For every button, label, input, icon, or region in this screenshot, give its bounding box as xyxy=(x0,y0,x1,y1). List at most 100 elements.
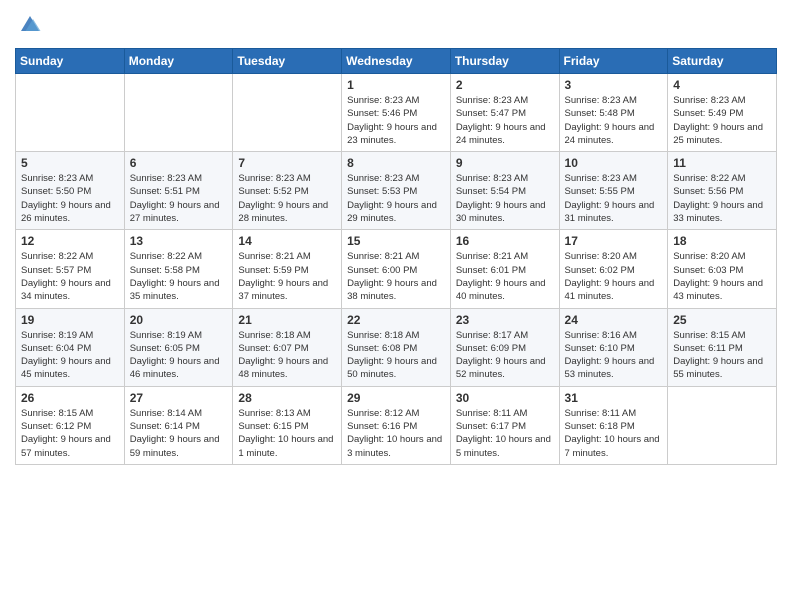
day-info: Sunrise: 8:23 AMSunset: 5:50 PMDaylight:… xyxy=(21,172,119,225)
calendar-cell: 10Sunrise: 8:23 AMSunset: 5:55 PMDayligh… xyxy=(559,152,668,230)
day-info: Sunrise: 8:11 AMSunset: 6:18 PMDaylight:… xyxy=(565,407,663,460)
calendar-cell: 4 Sunrise: 8:23 AMSunset: 5:49 PMDaylight… xyxy=(668,74,777,152)
day-info: Sunrise: 8:12 AMSunset: 6:16 PMDaylight:… xyxy=(347,407,445,460)
calendar-cell: 20 Sunrise: 8:19 AMSunset: 6:05 PMDayligh… xyxy=(124,308,233,386)
calendar-cell: 8 Sunrise: 8:23 AMSunset: 5:53 PMDaylight… xyxy=(342,152,451,230)
day-number: 23 xyxy=(456,313,554,327)
day-info: Sunrise: 8:14 AMSunset: 6:14 PMDaylight:… xyxy=(130,407,228,460)
weekday-header-tuesday: Tuesday xyxy=(233,49,342,74)
day-info: Sunrise: 8:23 AMSunset: 5:48 PMDaylight:… xyxy=(565,94,663,147)
day-info: Sunrise: 8:15 AMSunset: 6:11 PMDaylight:… xyxy=(673,329,771,382)
calendar-week-row: 5 Sunrise: 8:23 AMSunset: 5:50 PMDaylight… xyxy=(16,152,777,230)
calendar-cell: 26 Sunrise: 8:15 AMSunset: 6:12 PMDayligh… xyxy=(16,386,125,464)
day-info: Sunrise: 8:22 AMSunset: 5:58 PMDaylight:… xyxy=(130,250,228,303)
day-number: 3 xyxy=(565,78,663,92)
calendar-cell: 7 Sunrise: 8:23 AMSunset: 5:52 PMDaylight… xyxy=(233,152,342,230)
day-info: Sunrise: 8:19 AMSunset: 6:05 PMDaylight:… xyxy=(130,329,228,382)
calendar-cell: 1 Sunrise: 8:23 AMSunset: 5:46 PMDaylight… xyxy=(342,74,451,152)
day-number: 24 xyxy=(565,313,663,327)
calendar-cell: 9 Sunrise: 8:23 AMSunset: 5:54 PMDaylight… xyxy=(450,152,559,230)
day-number: 9 xyxy=(456,156,554,170)
day-info: Sunrise: 8:20 AMSunset: 6:02 PMDaylight:… xyxy=(565,250,663,303)
calendar-cell: 14 Sunrise: 8:21 AMSunset: 5:59 PMDayligh… xyxy=(233,230,342,308)
calendar-cell: 15 Sunrise: 8:21 AMSunset: 6:00 PMDayligh… xyxy=(342,230,451,308)
day-info: Sunrise: 8:21 AMSunset: 6:01 PMDaylight:… xyxy=(456,250,554,303)
header xyxy=(15,10,777,40)
day-info: Sunrise: 8:21 AMSunset: 6:00 PMDaylight:… xyxy=(347,250,445,303)
day-info: Sunrise: 8:23 AMSunset: 5:47 PMDaylight:… xyxy=(456,94,554,147)
calendar-cell: 13 Sunrise: 8:22 AMSunset: 5:58 PMDayligh… xyxy=(124,230,233,308)
calendar-week-row: 1 Sunrise: 8:23 AMSunset: 5:46 PMDaylight… xyxy=(16,74,777,152)
calendar-cell: 2 Sunrise: 8:23 AMSunset: 5:47 PMDaylight… xyxy=(450,74,559,152)
day-number: 11 xyxy=(673,156,771,170)
calendar-cell: 17 Sunrise: 8:20 AMSunset: 6:02 PMDayligh… xyxy=(559,230,668,308)
day-info: Sunrise: 8:23 AMSunset: 5:54 PMDaylight:… xyxy=(456,172,554,225)
day-number: 22 xyxy=(347,313,445,327)
day-number: 15 xyxy=(347,234,445,248)
weekday-header-sunday: Sunday xyxy=(16,49,125,74)
day-number: 1 xyxy=(347,78,445,92)
calendar-cell xyxy=(16,74,125,152)
calendar-cell: 23Sunrise: 8:17 AMSunset: 6:09 PMDayligh… xyxy=(450,308,559,386)
calendar-cell: 19Sunrise: 8:19 AMSunset: 6:04 PMDayligh… xyxy=(16,308,125,386)
page: SundayMondayTuesdayWednesdayThursdayFrid… xyxy=(0,0,792,612)
day-info: Sunrise: 8:23 AMSunset: 5:53 PMDaylight:… xyxy=(347,172,445,225)
day-info: Sunrise: 8:15 AMSunset: 6:12 PMDaylight:… xyxy=(21,407,119,460)
day-info: Sunrise: 8:18 AMSunset: 6:08 PMDaylight:… xyxy=(347,329,445,382)
day-number: 28 xyxy=(238,391,336,405)
day-info: Sunrise: 8:23 AMSunset: 5:46 PMDaylight:… xyxy=(347,94,445,147)
calendar-cell: 30 Sunrise: 8:11 AMSunset: 6:17 PMDayligh… xyxy=(450,386,559,464)
day-number: 6 xyxy=(130,156,228,170)
day-info: Sunrise: 8:22 AMSunset: 5:57 PMDaylight:… xyxy=(21,250,119,303)
day-number: 20 xyxy=(130,313,228,327)
day-info: Sunrise: 8:22 AMSunset: 5:56 PMDaylight:… xyxy=(673,172,771,225)
weekday-header-thursday: Thursday xyxy=(450,49,559,74)
day-number: 26 xyxy=(21,391,119,405)
day-info: Sunrise: 8:23 AMSunset: 5:52 PMDaylight:… xyxy=(238,172,336,225)
calendar-cell: 16 Sunrise: 8:21 AMSunset: 6:01 PMDayligh… xyxy=(450,230,559,308)
weekday-header-row: SundayMondayTuesdayWednesdayThursdayFrid… xyxy=(16,49,777,74)
logo xyxy=(15,10,49,40)
day-info: Sunrise: 8:11 AMSunset: 6:17 PMDaylight:… xyxy=(456,407,554,460)
day-number: 30 xyxy=(456,391,554,405)
calendar-cell xyxy=(124,74,233,152)
calendar-cell: 27 Sunrise: 8:14 AMSunset: 6:14 PMDayligh… xyxy=(124,386,233,464)
day-number: 31 xyxy=(565,391,663,405)
day-info: Sunrise: 8:23 AMSunset: 5:55 PMDaylight:… xyxy=(565,172,663,225)
day-info: Sunrise: 8:23 AMSunset: 5:51 PMDaylight:… xyxy=(130,172,228,225)
calendar-cell: 22 Sunrise: 8:18 AMSunset: 6:08 PMDayligh… xyxy=(342,308,451,386)
calendar-cell: 3 Sunrise: 8:23 AMSunset: 5:48 PMDaylight… xyxy=(559,74,668,152)
calendar-cell xyxy=(668,386,777,464)
day-number: 19 xyxy=(21,313,119,327)
day-number: 7 xyxy=(238,156,336,170)
calendar-cell: 6 Sunrise: 8:23 AMSunset: 5:51 PMDaylight… xyxy=(124,152,233,230)
calendar-week-row: 26 Sunrise: 8:15 AMSunset: 6:12 PMDayligh… xyxy=(16,386,777,464)
calendar-cell: 29Sunrise: 8:12 AMSunset: 6:16 PMDayligh… xyxy=(342,386,451,464)
day-number: 27 xyxy=(130,391,228,405)
day-number: 25 xyxy=(673,313,771,327)
calendar-cell: 24Sunrise: 8:16 AMSunset: 6:10 PMDayligh… xyxy=(559,308,668,386)
calendar-cell: 11 Sunrise: 8:22 AMSunset: 5:56 PMDayligh… xyxy=(668,152,777,230)
day-number: 5 xyxy=(21,156,119,170)
weekday-header-monday: Monday xyxy=(124,49,233,74)
day-number: 8 xyxy=(347,156,445,170)
day-info: Sunrise: 8:18 AMSunset: 6:07 PMDaylight:… xyxy=(238,329,336,382)
day-number: 17 xyxy=(565,234,663,248)
calendar-week-row: 19Sunrise: 8:19 AMSunset: 6:04 PMDayligh… xyxy=(16,308,777,386)
day-info: Sunrise: 8:21 AMSunset: 5:59 PMDaylight:… xyxy=(238,250,336,303)
day-number: 16 xyxy=(456,234,554,248)
calendar-table: SundayMondayTuesdayWednesdayThursdayFrid… xyxy=(15,48,777,465)
calendar-cell: 12 Sunrise: 8:22 AMSunset: 5:57 PMDayligh… xyxy=(16,230,125,308)
day-number: 4 xyxy=(673,78,771,92)
day-number: 21 xyxy=(238,313,336,327)
calendar-cell: 28Sunrise: 8:13 AMSunset: 6:15 PMDayligh… xyxy=(233,386,342,464)
day-info: Sunrise: 8:23 AMSunset: 5:49 PMDaylight:… xyxy=(673,94,771,147)
logo-icon xyxy=(15,10,45,40)
weekday-header-wednesday: Wednesday xyxy=(342,49,451,74)
day-number: 12 xyxy=(21,234,119,248)
day-number: 13 xyxy=(130,234,228,248)
day-number: 2 xyxy=(456,78,554,92)
calendar-cell: 21 Sunrise: 8:18 AMSunset: 6:07 PMDayligh… xyxy=(233,308,342,386)
day-number: 14 xyxy=(238,234,336,248)
calendar-week-row: 12 Sunrise: 8:22 AMSunset: 5:57 PMDayligh… xyxy=(16,230,777,308)
